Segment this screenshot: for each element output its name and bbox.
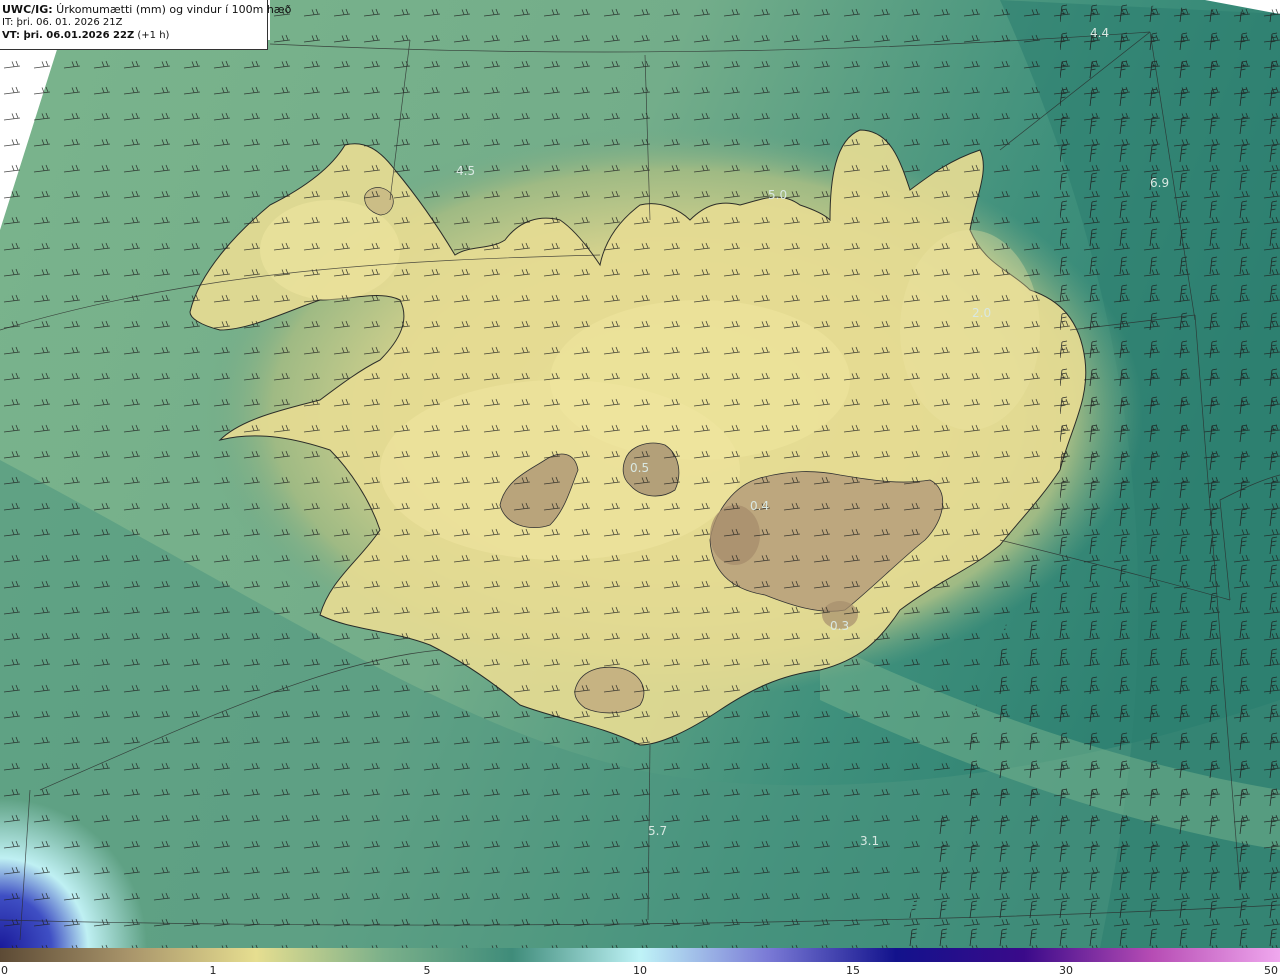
colorbar-tick-label: 50 [1264, 964, 1278, 977]
forecast-info-box: UWC/IG: Úrkomumætti (mm) og vindur í 100… [0, 0, 291, 50]
map-area: 4.4 4.5 5.0 6.9 2.0 0.5 0.4 0.3 5.7 3.1 … [0, 0, 1280, 948]
map-value-label: 4.4 [1090, 26, 1109, 40]
map-value-label: 6.9 [1150, 176, 1169, 190]
precipitation-map: 4.4 4.5 5.0 6.9 2.0 0.5 0.4 0.3 5.7 3.1 [0, 0, 1280, 948]
map-value-label: 0.5 [630, 461, 649, 475]
map-value-label: 0.3 [830, 619, 849, 633]
map-value-label: 5.7 [648, 824, 667, 838]
map-value-label: 2.0 [972, 306, 991, 320]
valid-time: VT: þri. 06.01.2026 22Z [2, 30, 135, 41]
map-value-label: 0.4 [750, 499, 769, 513]
colorbar-tick-label: 30 [1059, 964, 1073, 977]
product-title: UWC/IG: Úrkomumætti (mm) og vindur í 100… [2, 3, 291, 16]
valid-time-row: VT: þri. 06.01.2026 22Z (+1 h) [2, 29, 267, 42]
colorbar: 0 1 5 10 15 30 50 [0, 948, 1280, 978]
colorbar-tick-label: 1 [209, 964, 217, 977]
colorbar-tick-label: 5 [423, 964, 431, 977]
init-time: IT: þri. 06. 01. 2026 21Z [2, 17, 123, 28]
colorbar-gradient [0, 948, 1280, 962]
map-value-label: 4.5 [456, 164, 475, 178]
product-description: Úrkomumætti (mm) og vindur í 100m hæð [52, 3, 292, 16]
colorbar-tick-label: 15 [846, 964, 860, 977]
map-value-label: 3.1 [860, 834, 879, 848]
model-code: UWC/IG: [2, 3, 53, 16]
lead-time: (+1 h) [134, 30, 170, 41]
colorbar-tick-label: 0 [1, 964, 8, 977]
colorbar-tick-label: 10 [633, 964, 647, 977]
map-value-label: 5.0 [768, 188, 787, 202]
